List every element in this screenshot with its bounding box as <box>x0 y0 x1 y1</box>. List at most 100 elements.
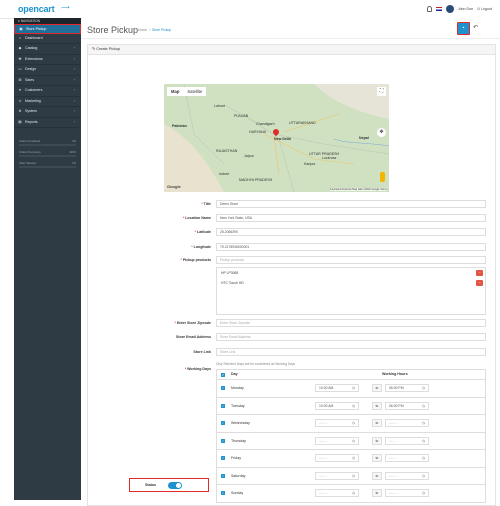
user-name[interactable]: John Doe <box>458 7 473 11</box>
longitude-input[interactable]: 75.2178936000001 <box>216 243 486 251</box>
table-row: ✓ Wednesday --:-- -- ◷ to --:-- -- ◷ <box>217 415 485 433</box>
to-time-input[interactable]: --:-- -- ◷ <box>385 436 429 445</box>
stat-value: 0% <box>72 140 76 143</box>
remove-icon[interactable]: − <box>476 280 483 286</box>
order-stats: Orders Completed 0% Orders Processing 100%… <box>14 140 81 170</box>
working-days-label: Working Days <box>185 367 211 371</box>
share-icon: ≺ <box>18 98 22 103</box>
page-title: Store Pickup <box>87 25 139 35</box>
sidebar-item-catalog[interactable]: ◆ Catalog › <box>14 44 81 55</box>
email-input[interactable]: Store Email Address <box>216 333 486 341</box>
day-name: Thursday <box>231 438 246 443</box>
breadcrumb-home[interactable]: Home <box>138 28 147 32</box>
select-all-checkbox[interactable]: ✓ <box>221 372 225 377</box>
sidebar-item-label: System <box>25 109 37 113</box>
clock-icon: ◷ <box>422 473 425 478</box>
table-row: ✓ Saturday --:-- -- ◷ to --:-- -- ◷ <box>217 468 485 485</box>
time-value: 10:00 AM <box>319 386 334 390</box>
bell-icon[interactable] <box>426 6 432 12</box>
opencart-logo[interactable]: opencart <box>18 4 55 14</box>
to-time-input[interactable]: --:-- -- ◷ <box>385 489 429 497</box>
fullscreen-icon[interactable]: ⛶ <box>377 87 386 96</box>
from-time-input[interactable]: --:-- -- ◷ <box>315 454 359 462</box>
sidebar-item-sales[interactable]: ⊞ Sales › <box>14 76 81 86</box>
day-checkbox[interactable]: ✓ <box>221 403 225 408</box>
status-row: Status <box>129 478 209 492</box>
stat-label: Other Statuses <box>19 162 37 165</box>
from-time-input[interactable]: --:-- -- ◷ <box>315 471 359 480</box>
latitude-input[interactable]: 25.2066390 <box>216 228 486 236</box>
clock-icon: ◷ <box>352 386 355 390</box>
from-time-input[interactable]: 10:00 AM ◷ <box>315 384 359 392</box>
status-toggle[interactable] <box>168 482 182 489</box>
breadcrumb-current[interactable]: Store Pickup <box>152 28 171 32</box>
sidebar-item-system[interactable]: ✲ System › <box>14 107 81 118</box>
working-days-note: Only Selected Days will be considered as… <box>216 362 296 366</box>
sidebar-item-design[interactable]: ▭ Design › <box>14 65 81 76</box>
day-checkbox[interactable]: ✓ <box>221 386 225 390</box>
street-view-pegman-icon[interactable] <box>380 172 385 182</box>
map-rotate-icon[interactable]: ✥ <box>377 128 386 137</box>
sidebar-item-label: Marketing <box>25 98 41 103</box>
clock-icon: ◷ <box>422 491 425 495</box>
map-view[interactable]: Map Satellite ⛶ Pakistan PUNJAB Chandiga… <box>164 84 389 192</box>
time-value: --:-- -- <box>319 421 328 425</box>
to-time-input[interactable]: 06:00 PM ◷ <box>385 384 429 392</box>
stat-value: 0% <box>72 162 76 165</box>
to-time-input[interactable]: --:-- -- ◷ <box>385 454 429 462</box>
sidebar-item-store-pickup[interactable]: ▣ Store Pickup <box>14 24 81 34</box>
map-place-label: Chandigarh <box>256 122 275 126</box>
map-place-label: Jaipur <box>244 154 254 158</box>
day-checkbox[interactable]: ✓ <box>221 421 225 425</box>
clock-icon: ◷ <box>352 456 355 460</box>
clock-icon: ◷ <box>352 438 355 443</box>
from-time-input[interactable]: --:-- -- ◷ <box>315 419 359 427</box>
to-time-input[interactable]: --:-- -- ◷ <box>385 471 429 480</box>
longitude-label: Longitude <box>191 245 211 249</box>
map-place-label: PUNJAB <box>234 114 249 118</box>
tab-satellite[interactable]: Satellite <box>183 87 206 96</box>
day-checkbox[interactable]: ✓ <box>221 473 225 478</box>
title-input[interactable]: Demo Store <box>216 200 486 208</box>
link-input[interactable]: Store Link <box>216 348 486 356</box>
avatar[interactable] <box>445 5 454 13</box>
to-label: to <box>372 489 382 497</box>
stat-other-statuses: Other Statuses 0% <box>19 162 76 170</box>
from-time-input[interactable]: --:-- -- ◷ <box>315 436 359 445</box>
page-header: Store Pickup Home › Store Pickup ▪ ↶ <box>81 18 500 39</box>
zipcode-label: Enter Store Zipcode <box>174 321 211 325</box>
sidebar-item-reports[interactable]: ▤ Reports › <box>14 118 81 128</box>
day-name: Saturday <box>231 473 246 478</box>
map-place-label: Pakistan <box>172 124 187 128</box>
map-place-label: UTTARAKHAND <box>289 121 316 125</box>
flag-icon[interactable] <box>435 7 442 11</box>
sidebar-item-customers[interactable]: ● Customers › <box>14 86 81 97</box>
day-checkbox[interactable]: ✓ <box>221 491 225 495</box>
map-place-label: Kanpur <box>304 162 316 166</box>
from-time-input[interactable]: --:-- -- ◷ <box>315 489 359 497</box>
zipcode-input[interactable]: Enter Store Zipcode <box>216 319 486 327</box>
back-button[interactable]: ↶ <box>473 24 478 31</box>
panel-heading: ✎ Create Pickup <box>88 45 495 55</box>
time-value: --:-- -- <box>319 456 328 460</box>
puzzle-icon: ✚ <box>18 56 22 61</box>
day-checkbox[interactable]: ✓ <box>221 456 225 460</box>
to-time-input[interactable]: 06:00 PM ◷ <box>385 401 429 410</box>
stat-label: Orders Completed <box>19 140 41 143</box>
location-input[interactable]: New York State, USA <box>216 214 486 222</box>
sidebar-item-marketing[interactable]: ≺ Marketing › <box>14 97 81 107</box>
logout-link[interactable]: ⏻ Logout <box>477 7 492 11</box>
to-time-input[interactable]: --:-- -- ◷ <box>385 419 429 427</box>
remove-icon[interactable]: − <box>476 270 483 276</box>
sidebar-item-dashboard[interactable]: ⌂ Dashboard <box>14 34 81 44</box>
from-time-input[interactable]: 10:00 AM ◷ <box>315 401 359 410</box>
save-button[interactable]: ▪ <box>457 22 470 35</box>
stat-bar <box>19 166 76 168</box>
map-footer[interactable]: Keyboard shortcuts Map data ©2022 Google… <box>330 188 387 191</box>
table-header-row: ✓ Day Working Hours <box>217 370 485 380</box>
tab-map[interactable]: Map <box>167 87 183 96</box>
sidebar-item-extensions[interactable]: ✚ Extensions › <box>14 55 81 65</box>
day-checkbox[interactable]: ✓ <box>221 438 225 443</box>
chevron-right-icon: › <box>73 109 75 113</box>
products-input[interactable]: Pickup products <box>216 256 486 264</box>
